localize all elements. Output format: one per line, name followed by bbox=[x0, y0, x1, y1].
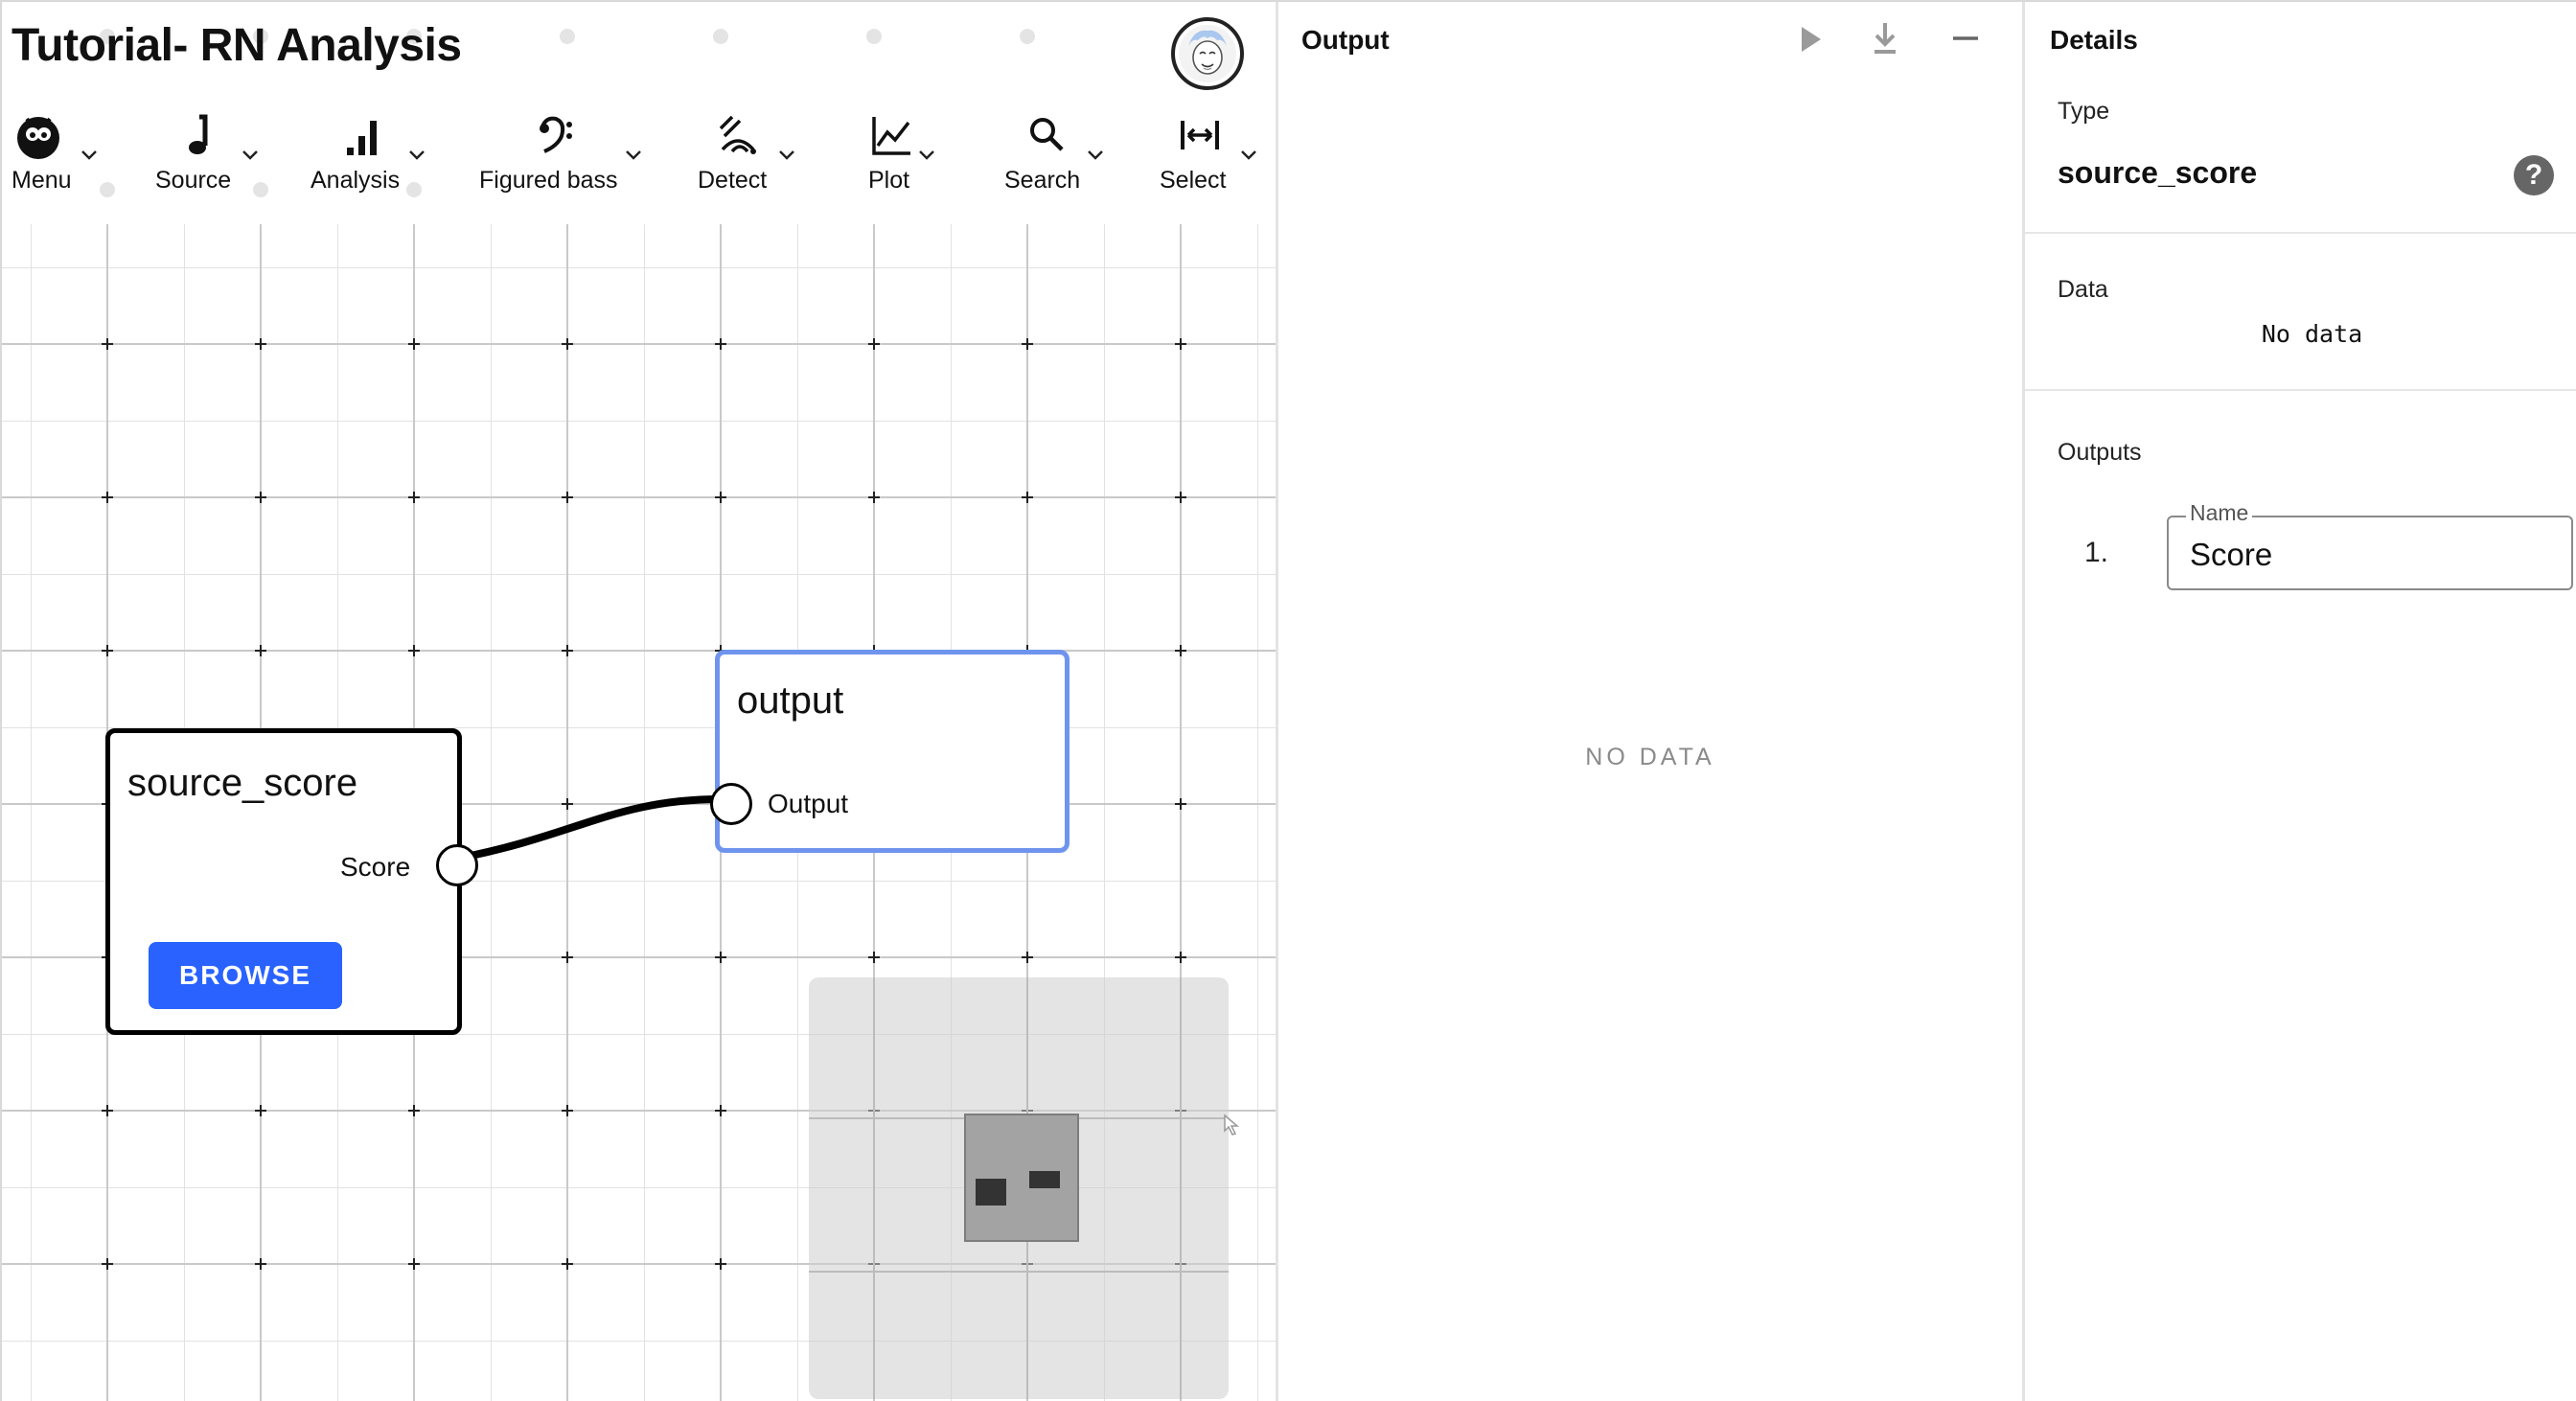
output-name-value: Score bbox=[2190, 537, 2273, 572]
toolbar-plot-label: Plot bbox=[868, 167, 910, 194]
chevron-down-icon bbox=[779, 150, 794, 160]
node-output[interactable]: output Output bbox=[710, 650, 1070, 853]
toolbar-detect-label: Detect bbox=[698, 167, 768, 194]
bass-clef-icon bbox=[540, 116, 572, 153]
type-value: source_score bbox=[2058, 155, 2258, 190]
output-index: 1. bbox=[2084, 537, 2109, 568]
output-empty-state: NO DATA bbox=[1585, 744, 1715, 770]
toolbar-source-label: Source bbox=[155, 167, 232, 194]
toolbar: Menu Source Analysis Figured bass Detect… bbox=[2, 105, 1276, 211]
toolbar-analysis-label: Analysis bbox=[310, 167, 401, 194]
type-label: Type bbox=[2058, 98, 2110, 125]
search-icon bbox=[1030, 118, 1064, 151]
minimize-icon[interactable] bbox=[1949, 19, 1982, 59]
rnb-logo-icon bbox=[17, 117, 59, 159]
minimap[interactable] bbox=[809, 977, 1229, 1399]
page-title: Tutorial- RN Analysis bbox=[12, 20, 462, 71]
toolbar-select-label: Select bbox=[1160, 167, 1227, 194]
download-icon[interactable] bbox=[1869, 19, 1901, 59]
toolbar-search-label: Search bbox=[1004, 167, 1081, 194]
detect-waves-icon bbox=[719, 115, 756, 154]
play-icon[interactable] bbox=[1794, 19, 1827, 59]
toolbar-source[interactable]: Source bbox=[151, 105, 266, 205]
toolbar-menu[interactable]: Menu bbox=[6, 105, 102, 205]
outputs-label: Outputs bbox=[2058, 439, 2142, 466]
chevron-down-icon bbox=[1241, 150, 1256, 160]
chevron-down-icon bbox=[81, 150, 97, 160]
chevron-down-icon bbox=[1088, 150, 1103, 160]
avatar-face-icon bbox=[1179, 25, 1236, 82]
output-panel: Output NO DATA bbox=[1278, 2, 2022, 1401]
help-icon[interactable]: ? bbox=[2514, 155, 2554, 195]
select-range-icon bbox=[1181, 121, 1219, 149]
input-port-output[interactable] bbox=[710, 783, 752, 825]
minimap-node bbox=[1029, 1171, 1060, 1188]
toolbar-select[interactable]: Select bbox=[1158, 105, 1273, 205]
toolbar-figured-bass[interactable]: Figured bass bbox=[477, 105, 650, 205]
browse-button[interactable]: BROWSE bbox=[149, 942, 342, 1009]
node-title: output bbox=[737, 679, 844, 722]
output-port-score[interactable] bbox=[436, 844, 478, 886]
app-window: Tutorial- RN Analysis Menu Source Analys… bbox=[0, 0, 2576, 1401]
chevron-down-icon bbox=[919, 150, 934, 160]
chevron-down-icon bbox=[626, 150, 641, 160]
node-title: source_score bbox=[127, 762, 358, 804]
output-panel-title: Output bbox=[1301, 25, 1390, 55]
port-label-output: Output bbox=[768, 789, 849, 818]
toolbar-plot[interactable]: Plot bbox=[862, 105, 958, 205]
minimap-node bbox=[976, 1179, 1006, 1206]
minimap-viewport[interactable] bbox=[964, 1114, 1079, 1242]
toolbar-menu-label: Menu bbox=[12, 167, 72, 194]
chevron-down-icon bbox=[409, 150, 425, 160]
details-panel-title: Details bbox=[2050, 25, 2138, 55]
toolbar-detect[interactable]: Detect bbox=[696, 105, 811, 205]
section-divider bbox=[2025, 389, 2576, 391]
output-name-field-label: Name bbox=[2186, 500, 2253, 526]
toolbar-search[interactable]: Search bbox=[1002, 105, 1117, 205]
data-value: No data bbox=[2261, 320, 2363, 348]
chevron-down-icon bbox=[242, 150, 258, 160]
port-label-score: Score bbox=[340, 852, 411, 882]
node-source-score[interactable]: source_score Score BROWSE bbox=[105, 728, 478, 1035]
toolbar-figured-bass-label: Figured bass bbox=[479, 167, 618, 194]
bar-chart-icon bbox=[347, 121, 377, 155]
data-label: Data bbox=[2058, 276, 2108, 303]
line-chart-icon bbox=[872, 117, 910, 155]
user-avatar[interactable] bbox=[1171, 17, 1244, 90]
details-panel: Details Type source_score ? Data No data… bbox=[2025, 2, 2576, 1401]
output-name-field[interactable]: Name Score bbox=[2167, 500, 2573, 590]
section-divider bbox=[2025, 232, 2576, 234]
music-note-icon bbox=[189, 114, 208, 154]
cursor-icon bbox=[1224, 1114, 1240, 1136]
toolbar-analysis[interactable]: Analysis bbox=[309, 105, 433, 205]
graph-editor[interactable]: Tutorial- RN Analysis Menu Source Analys… bbox=[2, 2, 1276, 1401]
